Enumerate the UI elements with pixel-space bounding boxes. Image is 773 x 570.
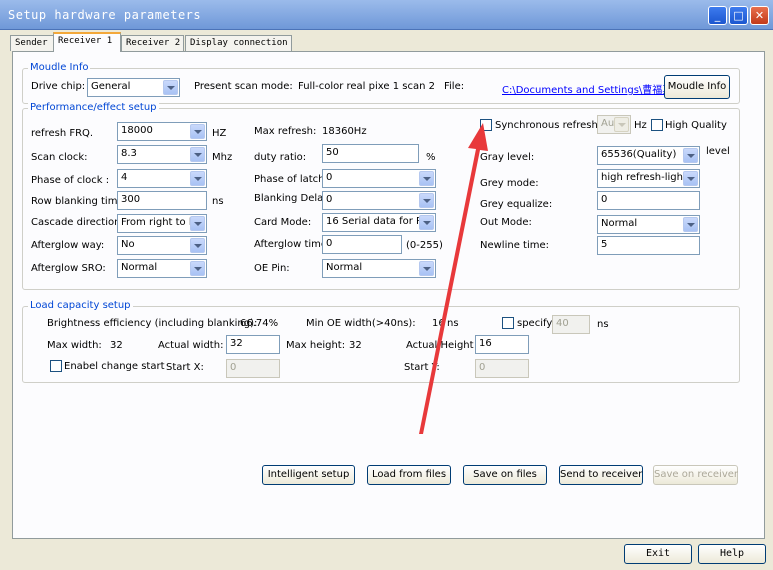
tab-receiver-1[interactable]: Receiver 1 <box>53 32 121 52</box>
annotation-arrow <box>419 123 488 434</box>
arrow-shape <box>419 123 488 434</box>
